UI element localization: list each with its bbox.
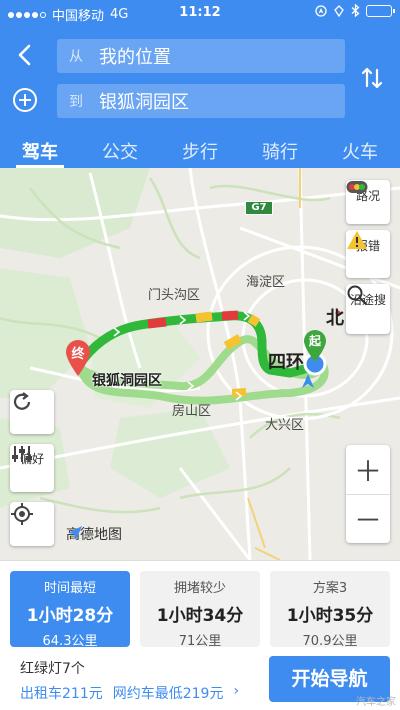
route-card-2[interactable]: 拥堵较少 1小时34分 71公里 xyxy=(140,571,260,649)
route-time: 1小时35分 xyxy=(286,606,374,626)
label-fangshan: 房山区 xyxy=(172,404,212,419)
map-view[interactable]: G7 门头沟区 海淀区 房山区 大兴区 银狐洞园区 四环 北 终 起 路况 报错 xyxy=(0,168,400,560)
route-tag: 时间最短 xyxy=(43,581,96,596)
route-card-3[interactable]: 方案3 1小时35分 70.9公里 xyxy=(270,571,390,649)
tab-bike[interactable]: 骑行 xyxy=(240,133,320,168)
alarm-icon xyxy=(334,4,344,17)
amap-logo: 高德地图 xyxy=(66,524,122,544)
origin-field[interactable]: 从 我的位置 xyxy=(57,39,345,73)
sliders-icon xyxy=(12,446,32,462)
tab-walk[interactable]: 步行 xyxy=(160,133,240,168)
destination-value: 银狐洞园区 xyxy=(99,92,189,113)
add-waypoint-button[interactable] xyxy=(12,87,38,113)
route-panel: 时间最短 1小时28分 64.3公里 拥堵较少 1小时34分 71公里 方案3 … xyxy=(0,560,400,710)
taxi-fare: 出租车211元 xyxy=(20,686,103,702)
warning-icon xyxy=(347,231,367,249)
search-along-button[interactable]: 沿途搜 xyxy=(346,284,390,334)
origin-value: 我的位置 xyxy=(99,47,171,68)
destination-prefix: 到 xyxy=(69,94,83,110)
zoom-control: ＋ － xyxy=(346,445,390,543)
start-marker-label: 起 xyxy=(308,334,321,348)
label-destination: 银狐洞园区 xyxy=(92,373,162,389)
transport-tabs: 驾车 公交 步行 骑行 火车 xyxy=(0,133,400,168)
location-arrow-icon xyxy=(315,4,327,17)
destination-field[interactable]: 到 银狐洞园区 xyxy=(57,84,345,118)
preference-button[interactable]: 偏好 xyxy=(10,444,54,492)
refresh-icon xyxy=(13,392,31,410)
back-button[interactable] xyxy=(10,40,40,70)
chevron-right-icon: › xyxy=(233,683,240,699)
zoom-out-button[interactable]: － xyxy=(346,494,390,543)
route-tag: 拥堵较少 xyxy=(173,581,226,596)
ride-hail-fare: 网约车最低219元 xyxy=(112,686,224,702)
start-marker[interactable]: 起 xyxy=(302,328,328,364)
route-time: 1小时28分 xyxy=(26,606,114,626)
report-error-button[interactable]: 报错 xyxy=(346,230,390,278)
tab-train[interactable]: 火车 xyxy=(320,133,400,168)
label-daxing: 大兴区 xyxy=(265,418,305,433)
origin-prefix: 从 xyxy=(69,49,83,65)
crosshair-icon xyxy=(11,503,33,525)
route-time: 1小时34分 xyxy=(156,606,244,626)
route-options: 时间最短 1小时28分 64.3公里 拥堵较少 1小时34分 71公里 方案3 … xyxy=(10,571,390,649)
map-canvas xyxy=(0,168,400,560)
route-distance: 71公里 xyxy=(178,634,222,649)
zoom-in-button[interactable]: ＋ xyxy=(346,445,390,494)
bluetooth-icon xyxy=(351,4,360,17)
label-bei: 北 xyxy=(326,308,344,329)
search-icon xyxy=(347,285,368,306)
label-mentougou: 门头沟区 xyxy=(148,288,201,303)
end-marker[interactable]: 终 xyxy=(64,338,92,378)
status-bar: 中国移动 4G 11:12 xyxy=(0,0,400,26)
route-tag: 方案3 xyxy=(312,581,348,596)
label-ring-road: 四环 xyxy=(268,352,304,373)
battery-icon xyxy=(366,4,395,17)
highway-shield-g7: G7 xyxy=(245,201,273,215)
refresh-button[interactable] xyxy=(10,390,54,434)
amap-logo-icon xyxy=(68,526,82,540)
swap-icon[interactable] xyxy=(358,64,386,92)
traffic-lights-count: 红绿灯7个 xyxy=(20,661,85,677)
watermark: 汽车之家 xyxy=(356,697,396,708)
traffic-light-icon xyxy=(346,181,368,193)
label-haidian: 海淀区 xyxy=(246,275,286,290)
header: 中国移动 4G 11:12 从 我的位置 到 银狐洞园区 驾车 公交 步行 骑行… xyxy=(0,0,400,168)
fare-link[interactable]: 出租车211元 网约车最低219元 › xyxy=(20,683,239,703)
route-distance: 64.3公里 xyxy=(42,634,98,649)
route-card-1[interactable]: 时间最短 1小时28分 64.3公里 xyxy=(10,571,130,649)
traffic-button[interactable]: 路况 xyxy=(346,180,390,224)
tab-bus[interactable]: 公交 xyxy=(80,133,160,168)
tab-drive[interactable]: 驾车 xyxy=(0,133,80,168)
locate-button[interactable] xyxy=(10,502,54,546)
route-distance: 70.9公里 xyxy=(302,634,358,649)
end-marker-label: 终 xyxy=(71,347,85,362)
